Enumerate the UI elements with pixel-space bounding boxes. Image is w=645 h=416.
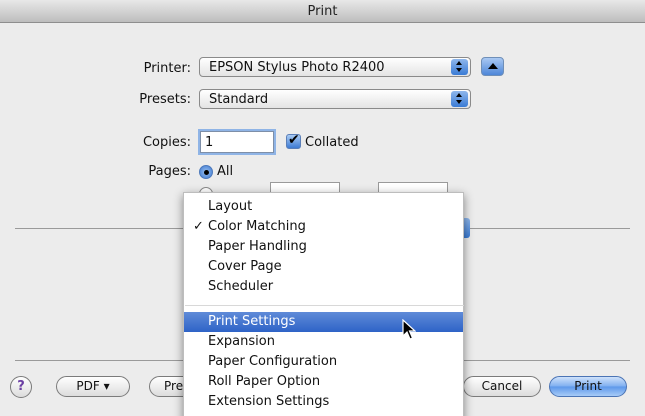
disclosure-triangle-icon[interactable] bbox=[481, 57, 504, 76]
pages-all-radio[interactable] bbox=[199, 165, 213, 179]
menu-item-label: Cover Page bbox=[208, 259, 282, 274]
copies-value: 1 bbox=[205, 135, 214, 150]
cancel-button[interactable]: Cancel bbox=[463, 376, 541, 397]
title-bar[interactable]: Print bbox=[0, 0, 645, 23]
menu-item-label: Paper Handling bbox=[208, 239, 307, 254]
printer-popup[interactable]: EPSON Stylus Photo R2400 bbox=[199, 57, 471, 77]
printer-label: Printer: bbox=[143, 61, 191, 76]
menu-item-color-matching[interactable]: ✓ Color Matching bbox=[184, 217, 463, 237]
print-dialog: Print Printer: EPSON Stylus Photo R2400 … bbox=[0, 0, 645, 416]
help-button[interactable]: ? bbox=[10, 376, 32, 398]
pdf-button[interactable]: PDF ▾ bbox=[56, 376, 130, 397]
panel-menu: Layout ✓ Color Matching Paper Handling C… bbox=[183, 192, 464, 416]
menu-item-label: Scheduler bbox=[208, 279, 274, 294]
collated-label: Collated bbox=[305, 135, 359, 150]
menu-item-label: Color Matching bbox=[208, 219, 306, 234]
menu-item-label: Expansion bbox=[208, 334, 275, 349]
collated-checkbox[interactable] bbox=[286, 132, 301, 149]
menu-item-paper-handling[interactable]: Paper Handling bbox=[184, 237, 463, 257]
pages-label: Pages: bbox=[148, 164, 191, 179]
window-title: Print bbox=[307, 4, 338, 19]
pages-all-label: All bbox=[217, 164, 234, 179]
menu-item-label: Paper Configuration bbox=[208, 354, 338, 369]
separator-line bbox=[464, 228, 630, 229]
popup-arrows-icon bbox=[451, 59, 468, 75]
presets-value: Standard bbox=[209, 92, 269, 107]
print-button[interactable]: Print bbox=[549, 376, 627, 397]
copies-label: Copies: bbox=[142, 135, 191, 150]
menu-item-print-settings[interactable]: Print Settings bbox=[184, 312, 463, 332]
copies-field[interactable]: 1 bbox=[200, 131, 274, 153]
popup-arrows-icon bbox=[451, 91, 468, 107]
separator-line bbox=[15, 228, 185, 229]
menu-separator bbox=[185, 305, 464, 306]
separator-line bbox=[15, 360, 185, 361]
menu-item-extension-settings[interactable]: Extension Settings bbox=[184, 392, 463, 412]
help-icon: ? bbox=[17, 379, 25, 394]
menu-item-label: Extension Settings bbox=[208, 394, 330, 409]
menu-item-cover-page[interactable]: Cover Page bbox=[184, 257, 463, 277]
menu-item-expansion[interactable]: Expansion bbox=[184, 332, 463, 352]
printer-value: EPSON Stylus Photo R2400 bbox=[209, 60, 385, 75]
menu-item-label: Roll Paper Option bbox=[208, 374, 321, 389]
menu-item-roll-paper-option[interactable]: Roll Paper Option bbox=[184, 372, 463, 392]
menu-item-label: Print Settings bbox=[208, 314, 296, 329]
presets-label: Presets: bbox=[139, 92, 191, 107]
menu-item-label: Layout bbox=[208, 199, 253, 214]
menu-item-paper-configuration[interactable]: Paper Configuration bbox=[184, 352, 463, 372]
menu-item-layout[interactable]: Layout bbox=[184, 197, 463, 217]
arrow-cursor-icon bbox=[402, 319, 416, 340]
separator-line bbox=[464, 360, 630, 361]
checkmark-icon: ✓ bbox=[193, 219, 204, 234]
menu-item-scheduler[interactable]: Scheduler bbox=[184, 277, 463, 297]
presets-popup[interactable]: Standard bbox=[199, 89, 471, 109]
